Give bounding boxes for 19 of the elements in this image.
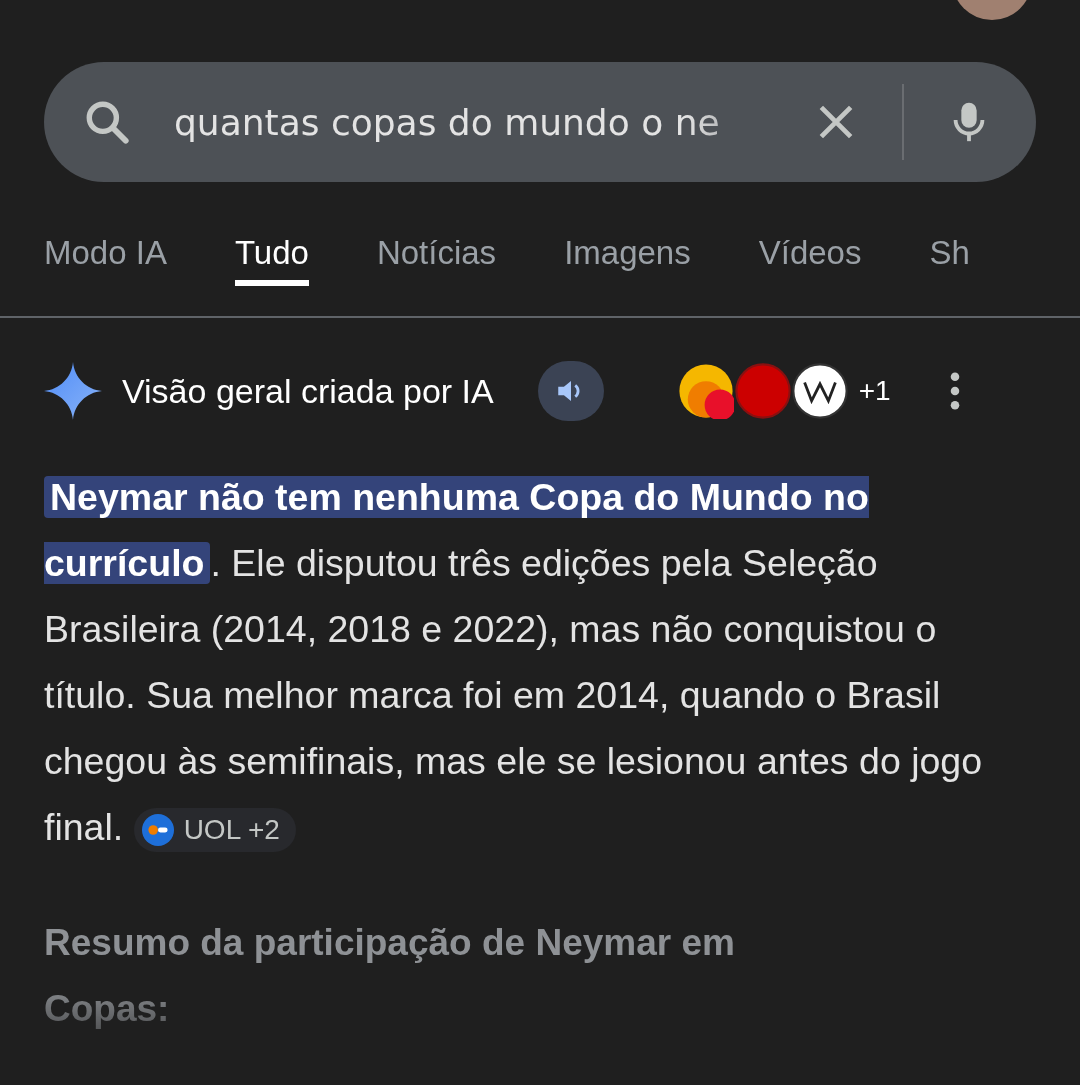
sources-count[interactable]: +1 <box>858 375 891 407</box>
search-field[interactable]: quantas copas do mundo o ne <box>44 62 1036 182</box>
more-options-icon[interactable] <box>948 372 961 410</box>
tab[interactable]: Notícias <box>376 226 497 286</box>
citation-chip[interactable]: UOL +2 <box>133 808 296 853</box>
search-query[interactable]: quantas copas do mundo o ne <box>174 101 814 143</box>
source-logo-icon[interactable] <box>677 363 734 419</box>
tab[interactable]: Modo IA <box>44 226 167 286</box>
answer-paragraph: Neymar não tem nenhuma Copa do Mundo no currículo. Ele disputou três edições pela Seleção Brasileira (2014, 2018 e 2022), mas não conquistou o título. Sua melhor marca foi em 2014, quando o Brasil chegou às semifinais, mas ele se lesionou antes do jogo final. UOL +2 <box>44 464 1036 860</box>
sparkle-icon <box>44 362 102 420</box>
tab[interactable]: Imagens <box>564 226 691 286</box>
tab[interactable]: Sh <box>929 226 970 286</box>
tab[interactable]: Vídeos <box>758 226 862 286</box>
section-heading: Resumo da participação de Neymar em Copas: <box>44 921 736 1031</box>
overview-title: Visão geral criada por IA <box>122 371 494 411</box>
tab[interactable]: Tudo <box>234 226 309 286</box>
listen-button[interactable] <box>537 361 604 421</box>
source-logo-icon[interactable] <box>791 363 848 419</box>
source-logo-icon <box>141 814 174 847</box>
